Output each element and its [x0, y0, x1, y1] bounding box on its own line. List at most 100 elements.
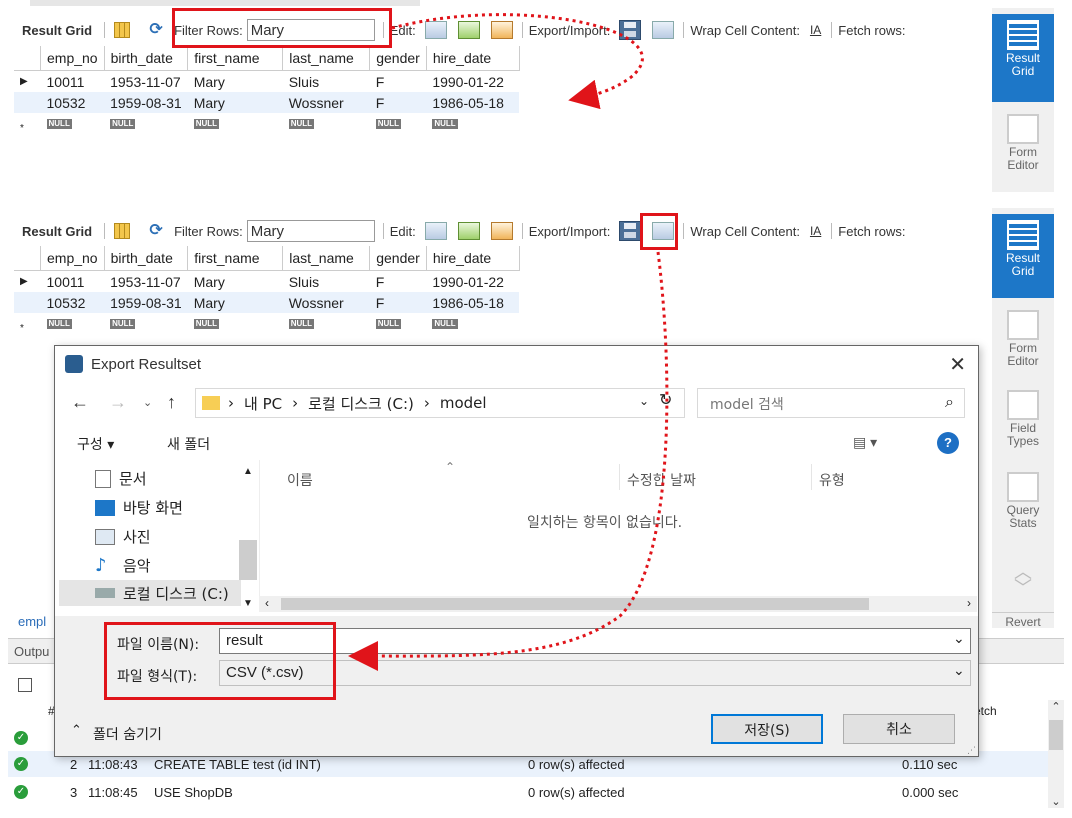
column-header[interactable]: last_name [282, 246, 371, 271]
add-row-icon[interactable] [457, 21, 480, 39]
column-header[interactable]: hire_date [426, 46, 520, 71]
save-button[interactable]: 저장(S) [711, 714, 823, 744]
column-header[interactable]: birth_date [104, 246, 189, 271]
column-header[interactable]: emp_no [40, 46, 105, 71]
search-icon[interactable]: ⌕ [945, 392, 954, 412]
refresh-icon[interactable]: ⟳ [147, 223, 165, 239]
null-cell[interactable]: NULL [104, 113, 188, 134]
table-cell[interactable]: Mary [188, 271, 283, 293]
grid-view-icon[interactable] [114, 223, 131, 239]
table-row[interactable]: ▶ 10011 1953-11-07 Mary Sluis F 1990-01-… [14, 71, 519, 93]
table-cell[interactable]: F [370, 92, 427, 113]
nav-back-icon[interactable]: ← [71, 392, 89, 413]
null-cell[interactable]: NULL [41, 113, 105, 134]
nav-item-music[interactable]: ♪ 음악 [95, 555, 151, 576]
null-cell[interactable]: NULL [41, 313, 105, 334]
edit-row-icon[interactable] [424, 21, 447, 39]
table-row[interactable]: ▶ 10011 1953-11-07 Mary Sluis F 1990-01-… [14, 271, 519, 293]
table-cell[interactable]: F [370, 71, 427, 93]
nav-item-desktop[interactable]: 바탕 화면 [95, 497, 183, 518]
table-cell[interactable]: 10532 [41, 92, 105, 113]
null-cell[interactable]: NULL [283, 313, 370, 334]
breadcrumb-item[interactable]: model [440, 394, 487, 412]
hide-folders-button[interactable]: 폴더 숨기기 [93, 724, 162, 744]
table-cell[interactable]: 1990-01-22 [426, 71, 519, 93]
new-row[interactable]: * NULL NULL NULL NULL NULL NULL [14, 313, 519, 334]
scroll-down-icon[interactable]: ⌄ [1048, 795, 1064, 808]
nav-up-icon[interactable]: ↑ [167, 392, 176, 413]
column-header[interactable]: birth_date [104, 46, 189, 71]
output-label[interactable]: Outpu [14, 644, 49, 659]
column-modified-header[interactable]: 수정한 날짜 [627, 470, 696, 490]
table-cell[interactable]: 1986-05-18 [426, 292, 519, 313]
address-bar[interactable]: › 내 PC › 로컬 디스크 (C:) › model [195, 388, 685, 418]
table-cell[interactable]: Mary [188, 292, 283, 313]
wrap-text-icon[interactable]: IA [810, 224, 821, 238]
breadcrumb-item[interactable]: 로컬 디스크 (C:) [308, 393, 414, 414]
output-copy-icon[interactable] [18, 678, 32, 692]
table-row[interactable]: 10532 1959-08-31 Mary Wossner F 1986-05-… [14, 292, 520, 313]
table-cell[interactable]: Wossner [283, 292, 370, 313]
search-box[interactable]: model 검색 ⌕ [697, 388, 965, 418]
nav-scroll-up-icon[interactable]: ▲ [243, 466, 253, 477]
filename-dropdown-icon[interactable]: ⌄ [953, 630, 965, 647]
scroll-left-icon[interactable]: ‹ [265, 596, 269, 610]
resize-grip-icon[interactable]: ⋰ [967, 745, 976, 756]
cancel-button[interactable]: 취소 [843, 714, 955, 744]
column-name-header[interactable]: 이름 [287, 470, 313, 490]
table-cell[interactable]: 1986-05-18 [426, 92, 519, 113]
table-cell[interactable]: F [370, 292, 427, 313]
horizontal-scrollbar[interactable]: ‹ › [259, 596, 977, 612]
export-icon[interactable] [619, 221, 642, 241]
scroll-right-icon[interactable]: › [967, 596, 971, 610]
table-cell[interactable]: F [370, 271, 427, 293]
column-header[interactable]: last_name [282, 46, 371, 71]
column-header[interactable]: first_name [187, 246, 284, 271]
sidebar-result-grid-button[interactable]: Result Grid [992, 14, 1054, 102]
column-header[interactable]: gender [369, 246, 427, 271]
table-cell[interactable]: 1959-08-31 [104, 92, 188, 113]
table-cell[interactable]: Wossner [283, 92, 370, 113]
filter-rows-input[interactable]: Mary [246, 220, 375, 242]
scroll-thumb[interactable] [1049, 720, 1063, 750]
import-icon[interactable] [652, 21, 675, 39]
table-cell[interactable]: Mary [188, 71, 283, 93]
scroll-up-icon[interactable]: ⌃ [1048, 700, 1064, 713]
add-row-icon[interactable] [457, 222, 480, 240]
grid-view-icon[interactable] [114, 22, 131, 38]
null-cell[interactable]: NULL [188, 113, 283, 134]
table-cell[interactable]: Sluis [283, 271, 370, 293]
organize-menu[interactable]: 구성 ▾ [77, 434, 114, 454]
delete-row-icon[interactable] [490, 222, 513, 240]
column-header[interactable]: first_name [187, 46, 284, 71]
column-header[interactable]: gender [369, 46, 427, 71]
refresh-icon[interactable]: ↻ [659, 390, 672, 410]
nav-scroll-down-icon[interactable]: ▼ [243, 598, 253, 609]
scroll-thumb[interactable] [281, 598, 869, 610]
nav-item-pictures[interactable]: 사진 [95, 526, 151, 547]
sidebar-form-editor-button[interactable]: Form Editor [992, 108, 1054, 188]
table-cell[interactable]: Mary [188, 92, 283, 113]
table-cell[interactable]: Sluis [283, 71, 370, 93]
table-cell[interactable]: 1990-01-22 [426, 271, 519, 293]
null-cell[interactable]: NULL [188, 313, 283, 334]
wrap-text-icon[interactable]: IA [810, 23, 821, 37]
column-header[interactable]: hire_date [426, 246, 520, 271]
edit-row-icon[interactable] [424, 222, 447, 240]
nav-scroll-thumb[interactable] [239, 540, 257, 580]
view-options-icon[interactable]: ▤ ▾ [853, 434, 877, 451]
help-icon[interactable]: ? [937, 432, 959, 454]
sidebar-revert-button[interactable]: Revert [992, 612, 1054, 631]
sidebar-form-editor-button[interactable]: Form Editor [992, 304, 1054, 374]
new-folder-button[interactable]: 새 폴더 [167, 434, 210, 454]
null-cell[interactable]: NULL [283, 113, 370, 134]
sidebar-result-grid-button[interactable]: Result Grid [992, 214, 1054, 298]
nav-forward-icon[interactable]: → [109, 392, 127, 413]
nav-item-documents[interactable]: 문서 [95, 468, 147, 489]
breadcrumb-item[interactable]: 내 PC [244, 393, 282, 414]
address-dropdown-icon[interactable]: ⌄ [639, 394, 649, 408]
output-scrollbar[interactable]: ⌃ ⌄ [1048, 700, 1064, 808]
null-cell[interactable]: NULL [104, 313, 188, 334]
export-icon[interactable] [619, 20, 642, 40]
output-row[interactable]: ✓ 3 11:08:45 USE ShopDB 0 row(s) affecte… [8, 779, 1048, 805]
